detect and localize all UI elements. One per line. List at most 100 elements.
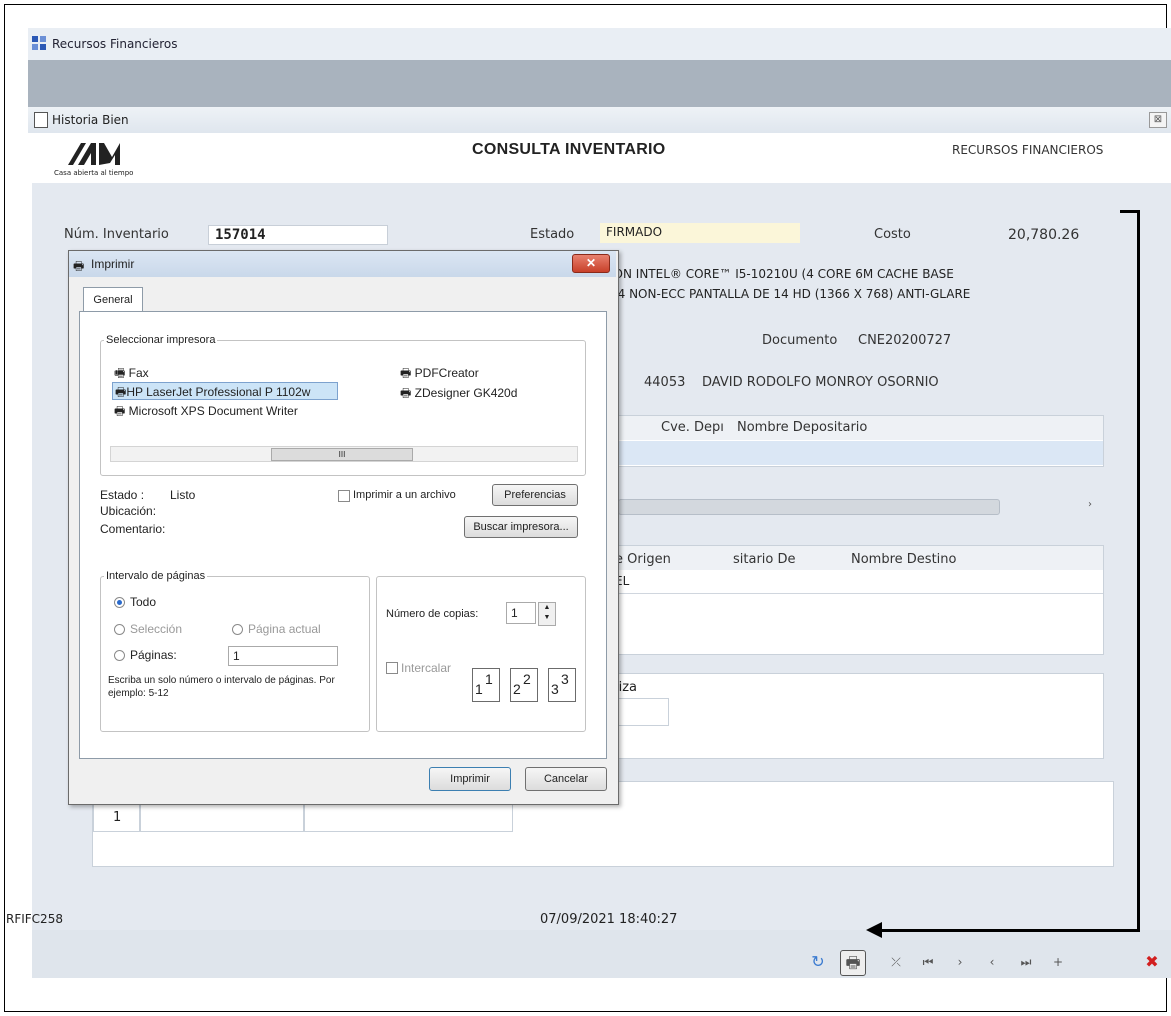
outer-window-title: Recursos Financieros bbox=[52, 37, 178, 51]
comentario-label: Comentario: bbox=[100, 522, 166, 536]
printer-title-icon: 🖶 bbox=[73, 259, 85, 273]
printer-item-pdfcreator[interactable]: 🖶 PDFCreator bbox=[400, 364, 479, 385]
radio-all-label: Todo bbox=[130, 595, 157, 609]
delete-icon[interactable]: ✖ bbox=[1140, 950, 1164, 974]
nav-add-icon[interactable]: + bbox=[1046, 950, 1070, 974]
printer-icon: 🖶 bbox=[400, 386, 415, 400]
radio-selection-label: Selección bbox=[130, 622, 183, 636]
dialog-titlebar: 🖶 Imprimir ✕ bbox=[69, 251, 616, 277]
printer-icon: 🖶 bbox=[115, 385, 127, 399]
table-row[interactable] bbox=[619, 441, 1103, 465]
estado-label: Estado bbox=[530, 227, 575, 242]
column-header[interactable]: Nombre Destino bbox=[851, 552, 956, 567]
print-button[interactable]: Imprimir bbox=[429, 767, 511, 791]
row-number: 1 bbox=[113, 810, 122, 825]
app-icon bbox=[32, 36, 46, 50]
depositario-name: DAVID RODOLFO MONROY OSORNIO bbox=[702, 375, 939, 390]
estado-value: Listo bbox=[170, 488, 196, 502]
collate-label: Intercalar bbox=[401, 661, 452, 675]
dialog-close-button[interactable]: ✕ bbox=[572, 254, 610, 273]
page-header: Casa abierta al tiempo CONSULTA INVENTAR… bbox=[32, 133, 1171, 183]
general-panel: Seleccionar impresora 🖷 Fax 🖶 PDFCreator… bbox=[79, 311, 607, 759]
inventory-label: Núm. Inventario bbox=[64, 227, 169, 242]
workspace-band bbox=[28, 60, 1171, 107]
tab-general[interactable]: General bbox=[83, 287, 143, 312]
nav-prev-icon[interactable]: ‹ bbox=[980, 950, 1004, 974]
costo-label: Costo bbox=[874, 227, 911, 242]
column-header[interactable]: Nombre Depositario bbox=[737, 420, 867, 435]
inventory-field[interactable]: 157014 bbox=[208, 225, 388, 245]
department-label: RECURSOS FINANCIEROS bbox=[952, 143, 1104, 157]
scroll-right-icon[interactable]: › bbox=[1088, 499, 1092, 510]
preferences-button[interactable]: Preferencias bbox=[492, 484, 578, 506]
scroll-thumb[interactable]: III bbox=[271, 448, 413, 461]
costo-value: 20,780.26 bbox=[1008, 227, 1080, 243]
inner-close-button[interactable]: ⊠ bbox=[1149, 112, 1167, 128]
annotation-arrow-vertical bbox=[1137, 210, 1140, 932]
estado-label: Estado : bbox=[100, 488, 145, 502]
radio-current-page[interactable] bbox=[232, 624, 243, 635]
pages-hint: Escriba un solo número o intervalo de pá… bbox=[108, 675, 335, 699]
depositario-number: 44053 bbox=[644, 375, 686, 390]
collate-page-icon: 1 1 bbox=[472, 668, 500, 702]
document-icon bbox=[34, 112, 48, 128]
column-header[interactable]: Cve. Depı bbox=[661, 420, 724, 435]
cancel-button[interactable]: Cancelar bbox=[525, 767, 607, 791]
documento-value: CNE20200727 bbox=[858, 333, 952, 348]
radio-pages[interactable] bbox=[114, 650, 125, 661]
printer-item-hp[interactable]: 🖶HP LaserJet Professional P 1102w bbox=[112, 382, 338, 400]
pages-input[interactable]: 1 bbox=[228, 646, 338, 666]
printer-list-scrollbar[interactable]: III bbox=[110, 446, 578, 462]
print-icon[interactable]: 🖶 bbox=[840, 950, 866, 976]
nav-last-icon[interactable]: ⏭ bbox=[1014, 950, 1038, 974]
annotation-arrowhead bbox=[866, 922, 882, 938]
destino-grid: e Origen sitario De Nombre Destino EL bbox=[608, 545, 1104, 655]
table-cell[interactable] bbox=[303, 804, 513, 832]
documento-label: Documento bbox=[762, 333, 838, 348]
annotation-arrow-horizontal bbox=[880, 929, 1140, 932]
collate-checkbox[interactable] bbox=[386, 662, 398, 674]
find-printer-button[interactable]: Buscar impresora... bbox=[464, 516, 578, 538]
ubicacion-label: Ubicación: bbox=[100, 504, 157, 518]
timestamp: 07/09/2021 18:40:27 bbox=[540, 912, 678, 927]
form-code: RFIFC258 bbox=[6, 912, 63, 926]
copies-label: Número de copias: bbox=[386, 608, 479, 620]
annotation-arrow-top bbox=[1120, 210, 1140, 213]
printer-item-xps[interactable]: 🖶 Microsoft XPS Document Writer bbox=[114, 402, 298, 423]
horizontal-scrollbar[interactable] bbox=[618, 499, 1000, 515]
fax-icon: 🖷 bbox=[114, 366, 129, 380]
poliza-grid: liza bbox=[608, 673, 1104, 759]
nav-first-icon[interactable]: ⏮ bbox=[916, 950, 940, 974]
page-title: CONSULTA INVENTARIO bbox=[472, 141, 666, 158]
printer-group-label: Seleccionar impresora bbox=[104, 334, 218, 346]
print-to-file-label: Imprimir a un archivo bbox=[353, 489, 456, 501]
copies-group bbox=[376, 576, 586, 732]
print-dialog: 🖶 Imprimir ✕ General Seleccionar impreso… bbox=[68, 250, 619, 805]
table-cell[interactable] bbox=[139, 804, 305, 832]
description-line-1: ION INTEL® CORE™ I5-10210U (4 CORE 6M CA… bbox=[610, 267, 954, 281]
collate-page-icon: 3 3 bbox=[548, 668, 576, 702]
logo-caption: Casa abierta al tiempo bbox=[54, 169, 134, 177]
page-range-label: Intervalo de páginas bbox=[104, 570, 208, 582]
refresh-icon[interactable]: ↻ bbox=[806, 950, 830, 974]
copies-spinner[interactable]: ▲ ▼ bbox=[538, 602, 556, 626]
dialog-title: Imprimir bbox=[91, 257, 135, 271]
outer-window-titlebar: Recursos Financieros bbox=[28, 28, 1171, 60]
uam-logo: Casa abierta al tiempo bbox=[54, 137, 134, 179]
radio-selection[interactable] bbox=[114, 624, 125, 635]
nav-next-icon[interactable]: › bbox=[948, 950, 972, 974]
copies-input[interactable]: 1 bbox=[506, 602, 536, 624]
collate-page-icon: 2 2 bbox=[510, 668, 538, 702]
printer-icon: 🖶 bbox=[400, 366, 415, 380]
description-line-2: 24 NON-ECC PANTALLA DE 14 HD (1366 X 768… bbox=[610, 287, 971, 301]
nav-clear-icon[interactable]: ⤫ bbox=[884, 950, 908, 974]
table-row[interactable] bbox=[609, 571, 1103, 594]
radio-pages-label: Páginas: bbox=[130, 648, 177, 662]
radio-all[interactable] bbox=[114, 597, 125, 608]
column-header[interactable]: sitario De bbox=[733, 552, 796, 567]
inner-window-title: Historia Bien bbox=[52, 113, 129, 127]
printer-item-zdesigner[interactable]: 🖶 ZDesigner GK420d bbox=[400, 384, 517, 405]
print-to-file-checkbox[interactable] bbox=[338, 490, 350, 502]
column-header[interactable]: e Origen bbox=[615, 552, 671, 567]
inner-window-titlebar: Historia Bien ⊠ bbox=[28, 107, 1171, 133]
